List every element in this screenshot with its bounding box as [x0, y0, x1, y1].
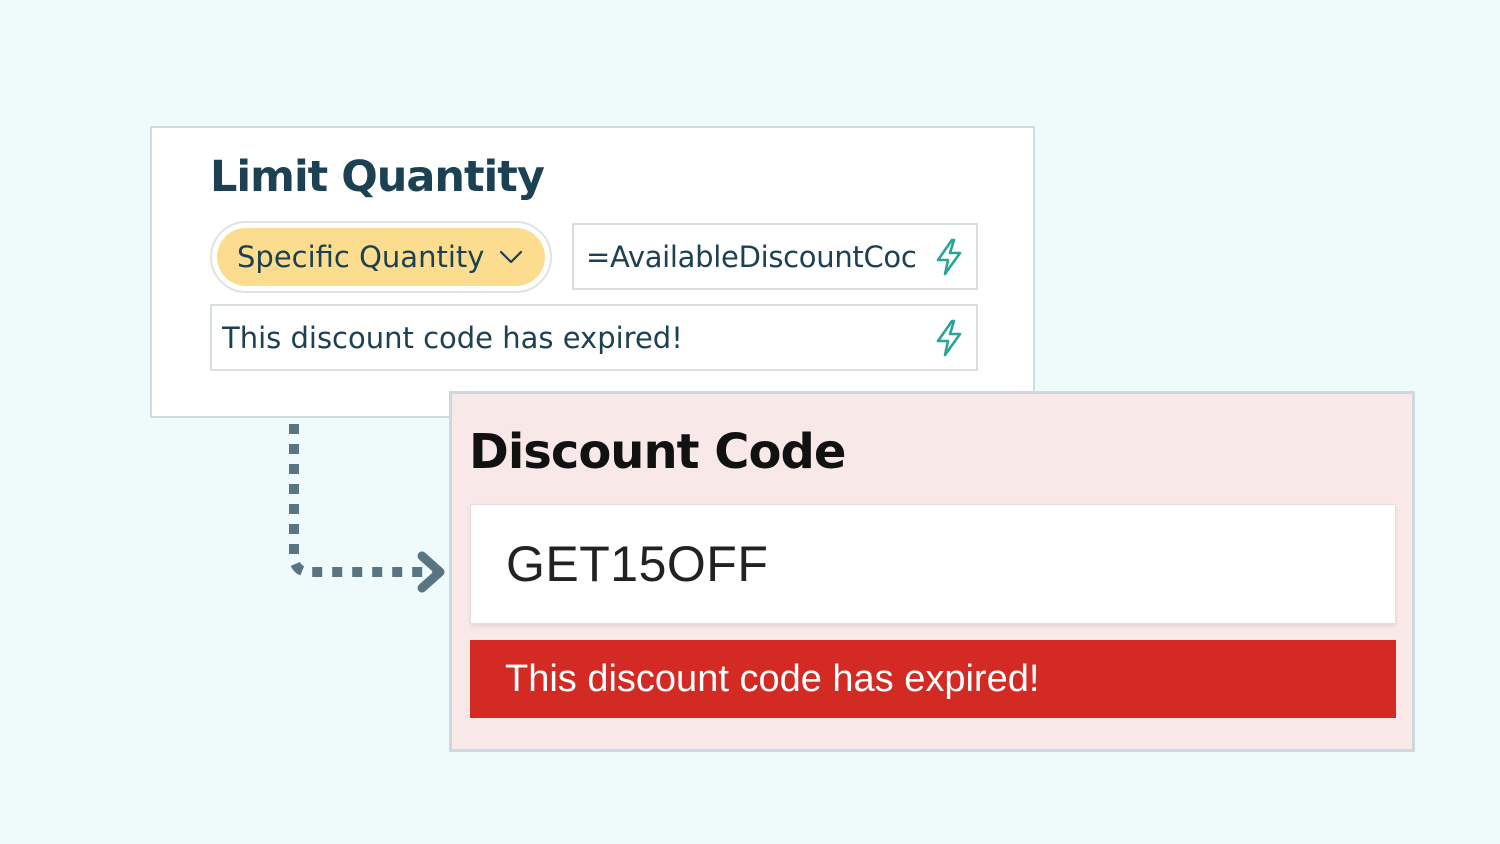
chevron-down-icon[interactable]: [497, 243, 525, 271]
lightning-bolt-icon[interactable]: [934, 238, 964, 276]
discount-code-title: Discount Code: [469, 424, 846, 480]
quantity-type-select[interactable]: Specific Quantity: [210, 221, 552, 293]
flow-arrow-icon: [289, 424, 445, 593]
quantity-type-select-pill[interactable]: Specific Quantity: [217, 228, 545, 286]
error-banner-text: This discount code has expired!: [505, 657, 1040, 700]
error-message-value[interactable]: This discount code has expired!: [222, 321, 922, 355]
quantity-formula-value[interactable]: =AvailableDiscountCoc: [586, 240, 922, 274]
limit-quantity-title: Limit Quantity: [210, 152, 545, 202]
error-banner: This discount code has expired!: [470, 640, 1396, 718]
discount-code-preview: Discount Code GET15OFF This discount cod…: [449, 391, 1415, 752]
lightning-bolt-icon[interactable]: [934, 319, 964, 357]
limit-quantity-panel: Limit Quantity Specific Quantity =Availa…: [150, 126, 1035, 418]
discount-code-value[interactable]: GET15OFF: [506, 535, 768, 593]
quantity-type-selected-label: Specific Quantity: [237, 240, 485, 274]
quantity-formula-field[interactable]: =AvailableDiscountCoc: [572, 223, 978, 290]
error-message-field[interactable]: This discount code has expired!: [210, 304, 978, 371]
discount-code-input[interactable]: GET15OFF: [470, 504, 1396, 624]
